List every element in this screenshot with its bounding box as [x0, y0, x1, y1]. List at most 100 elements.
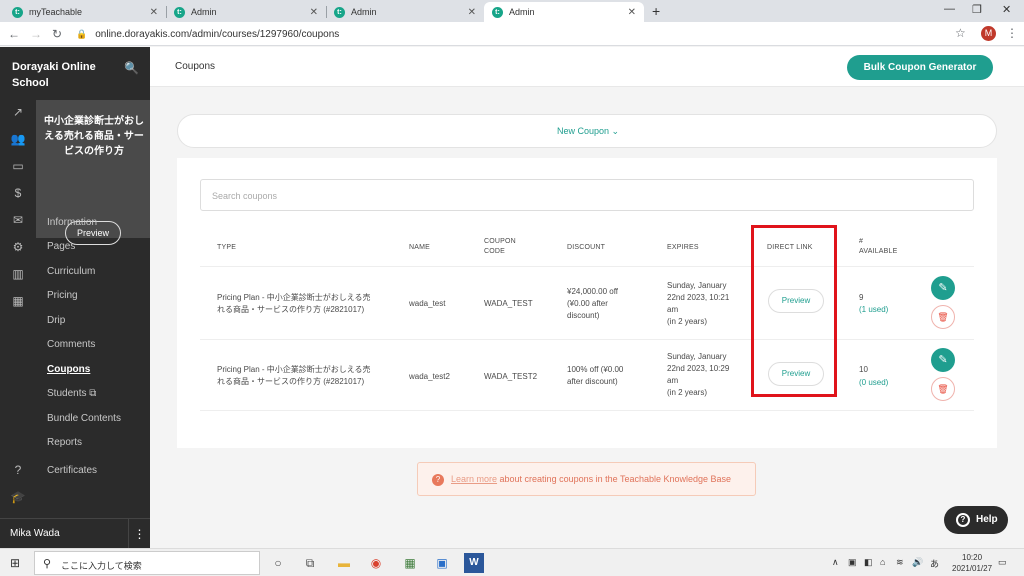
url-field[interactable]: 🔒 online.dorayakis.com/admin/courses/129…	[76, 24, 976, 44]
lock-icon: 🔒	[76, 28, 88, 39]
search-placeholder: Search coupons	[212, 191, 278, 201]
bulk-coupon-generator-button[interactable]: Bulk Coupon Generator	[847, 55, 993, 80]
row1-expires: Sunday, January 22nd 2023, 10:21 am	[667, 281, 730, 314]
close-icon[interactable]: ✕	[468, 7, 476, 18]
task-view-icon[interactable]: ⧉	[300, 553, 320, 573]
sidebar-item-pricing[interactable]: Pricing	[47, 290, 78, 301]
browser-menu-icon[interactable]: ⋮	[1006, 26, 1018, 40]
row2-delete-icon[interactable]: 🗑	[931, 377, 955, 401]
windows-start-icon[interactable]: ⊞	[10, 556, 24, 570]
new-coupon-label: New Coupon ⌄	[556, 126, 620, 136]
sidebar-item-reports[interactable]: Reports	[47, 437, 82, 448]
address-bar: ← → ↻ 🔒 online.dorayakis.com/admin/cours…	[0, 22, 1024, 46]
user-menu-icon[interactable]: ⋮	[128, 519, 150, 549]
restore-icon[interactable]: ❐	[972, 3, 982, 16]
reload-icon[interactable]: ↻	[52, 27, 62, 41]
teachable-favicon-icon: t:	[492, 6, 503, 18]
sidebar-item-comments[interactable]: Comments	[47, 339, 95, 350]
window-close-icon[interactable]: ✕	[1002, 3, 1011, 16]
new-coupon-button[interactable]: New Coupon ⌄	[177, 114, 997, 148]
profile-avatar[interactable]: M	[981, 26, 996, 41]
back-icon[interactable]: ←	[8, 27, 20, 41]
wifi-icon[interactable]: ≋	[896, 557, 904, 568]
highlight-box	[751, 225, 837, 397]
page-title: Coupons	[175, 61, 216, 72]
search-icon[interactable]: 🔍	[124, 61, 139, 75]
browser-tab-myteachable[interactable]: t: myTeachable ✕	[4, 2, 166, 22]
dollar-icon[interactable]: $	[10, 185, 26, 201]
coupons-panel: Search coupons TYPE NAME COUPON CODE DIS…	[177, 158, 997, 448]
tab-label: Admin	[509, 7, 535, 17]
app-window-icon[interactable]: ▣	[432, 553, 452, 573]
sidebar: Dorayaki Online School 🔍 ↗ 👥 ▭ $ ✉ ⚙ ▥ ▦…	[0, 47, 150, 549]
graduation-cap-icon[interactable]: 🎓	[10, 489, 26, 505]
row1-expires-relative: (in 2 years)	[667, 317, 708, 326]
row2-edit-icon[interactable]: ✎	[931, 348, 955, 372]
row1-available: 9	[859, 293, 864, 302]
row2-expires: Sunday, January 22nd 2023, 10:29 am	[667, 352, 730, 385]
calendar-icon[interactable]: ▦	[10, 293, 26, 309]
volume-icon[interactable]: 🔊	[912, 557, 923, 568]
sidebar-item-bundle-contents[interactable]: Bundle Contents	[47, 413, 121, 424]
row1-delete-icon[interactable]: 🗑	[931, 305, 955, 329]
sidebar-item-drip[interactable]: Drip	[47, 315, 65, 326]
school-name[interactable]: Dorayaki Online School	[12, 59, 112, 91]
row2-code: WADA_TEST2	[484, 372, 538, 381]
forward-icon[interactable]: →	[30, 27, 42, 41]
gear-icon[interactable]: ⚙	[10, 239, 26, 255]
knowledge-base-banner: ? Learn more about creating coupons in t…	[417, 462, 756, 496]
help-icon: ?	[956, 513, 970, 527]
browser-tab-admin-1[interactable]: t: Admin ✕	[166, 2, 326, 22]
sidebar-item-information[interactable]: Information	[47, 217, 97, 228]
mail-icon[interactable]: ✉	[10, 212, 26, 228]
sidebar-item-pages[interactable]: Pages	[47, 241, 75, 252]
word-icon[interactable]: W	[464, 553, 484, 573]
taskbar-clock[interactable]: 10:20 2021/01/27	[952, 552, 992, 574]
row2-used[interactable]: (0 used)	[859, 377, 888, 389]
learn-more-link[interactable]: Learn more	[451, 474, 497, 484]
close-icon[interactable]: ✕	[628, 7, 636, 18]
users-icon[interactable]: 👥	[10, 131, 26, 147]
search-input[interactable]: Search coupons	[200, 179, 974, 211]
help-circle-icon[interactable]: ?	[10, 462, 26, 478]
app-grid-icon[interactable]: ▦	[400, 553, 420, 573]
row1-used[interactable]: (1 used)	[859, 304, 888, 316]
sidebar-item-students[interactable]: Students ⧉	[47, 388, 96, 399]
row2-discount: 100% off (¥0.00 after discount)	[567, 365, 624, 386]
col-header-name: NAME	[409, 244, 431, 251]
help-button[interactable]: ? Help	[944, 506, 1008, 534]
teachable-favicon-icon: t:	[334, 6, 345, 18]
tray-app-icon[interactable]: ▣	[848, 557, 857, 568]
col-header-available: # AVAILABLE	[859, 238, 898, 255]
close-icon[interactable]: ✕	[310, 7, 318, 18]
sidebar-item-curriculum[interactable]: Curriculum	[47, 266, 95, 277]
kb-text-rest: about creating coupons in the Teachable …	[497, 474, 732, 484]
new-tab-icon[interactable]: +	[652, 3, 660, 19]
close-icon[interactable]: ✕	[150, 7, 158, 18]
chrome-icon[interactable]: ◉	[366, 553, 386, 573]
browser-tab-admin-active[interactable]: t: Admin ✕	[484, 2, 644, 22]
minimize-icon[interactable]: —	[944, 3, 955, 15]
ime-icon[interactable]: あ	[930, 557, 939, 570]
network-icon[interactable]: ⌂	[880, 557, 885, 567]
clock-time: 10:20	[962, 553, 983, 562]
notification-icon[interactable]: ▭	[998, 557, 1007, 568]
row2-available: 10	[859, 365, 868, 374]
analytics-icon[interactable]: ↗	[10, 104, 26, 120]
tray-chevron-icon[interactable]: ∧	[832, 557, 839, 568]
sidebar-item-certificates[interactable]: Certificates	[47, 465, 97, 476]
bookmark-star-icon[interactable]: ☆	[955, 26, 966, 40]
tab-label: Admin	[351, 7, 377, 17]
devices-icon[interactable]: ▭	[10, 158, 26, 174]
sidebar-item-coupons[interactable]: Coupons	[47, 364, 90, 375]
row1-edit-icon[interactable]: ✎	[931, 276, 955, 300]
library-icon[interactable]: ▥	[10, 266, 26, 282]
cortana-icon[interactable]: ○	[268, 553, 288, 573]
user-row: Mika Wada ⋮	[0, 518, 150, 549]
col-header-type: TYPE	[217, 244, 237, 251]
taskbar-search-input[interactable]: ⚲ ここに入力して検索	[34, 551, 260, 575]
tray-app-icon-2[interactable]: ◧	[864, 557, 873, 568]
user-name[interactable]: Mika Wada	[10, 528, 60, 539]
browser-tab-admin-2[interactable]: t: Admin ✕	[326, 2, 484, 22]
file-explorer-icon[interactable]: ▬	[334, 553, 354, 573]
